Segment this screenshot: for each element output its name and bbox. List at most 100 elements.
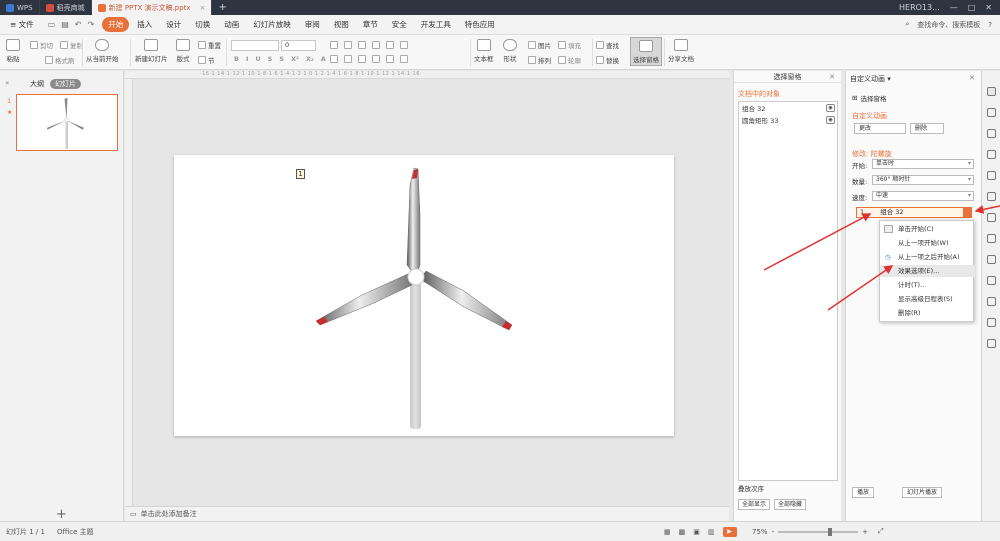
textbox-button[interactable]: 文本框 [474,39,494,63]
from-current-button[interactable]: 从当前开始 [86,39,119,63]
delete-effect-button[interactable]: 删除 [910,123,944,134]
command-search[interactable]: 查找命令、搜索模板 [917,20,980,30]
document-tool-icon[interactable] [987,171,996,180]
picture-button[interactable]: 图片 [528,40,551,50]
reset-button[interactable]: 重置 [198,40,221,50]
menu-features[interactable]: 特色应用 [459,17,501,32]
align-left-icon[interactable] [330,55,338,63]
help-button[interactable]: ? [988,21,992,29]
list-item[interactable]: 圆角矩形 33 ◉ [739,114,837,126]
new-tab-button[interactable]: + [212,0,232,15]
selection-pane-close-icon[interactable]: ✕ [829,73,835,81]
new-slide-button[interactable]: 新建幻灯片 [135,39,168,63]
redo-icon[interactable]: ↷ [88,20,95,29]
columns-icon[interactable] [400,55,408,63]
menu-design[interactable]: 设计 [160,17,187,32]
windmill-image[interactable] [174,155,674,436]
tab-slides[interactable]: 幻灯片 [50,79,81,89]
zoom-in-button[interactable]: + [862,528,868,536]
align-right-icon[interactable] [358,55,366,63]
distribute-icon[interactable] [386,55,394,63]
custom-animation-tool-icon[interactable] [987,87,996,96]
format-painter-button[interactable]: 格式刷 [45,55,75,65]
animation-pane-title[interactable]: 自定义动画 ▾ [850,74,891,84]
select-pane-link[interactable]: ⊞ 选择窗格 [852,93,886,103]
text-direction-icon[interactable] [400,41,408,49]
copy-button[interactable]: 复制 [60,40,83,50]
notes-view-icon[interactable]: ▥ [708,528,715,536]
item-dropdown-icon[interactable] [963,207,972,218]
maximize-button[interactable]: □ [968,3,976,12]
menu-item-on-click[interactable]: 单击开始(C) [880,223,975,235]
table-tool-icon[interactable] [987,213,996,222]
eye-icon[interactable]: ◉ [826,116,835,124]
font-size-combo[interactable]: 0 [281,40,316,51]
menu-item-remove[interactable]: 删除(R) [880,307,975,319]
menu-item-advanced-timeline[interactable]: 显示高级日程表(S) [880,293,975,305]
copy-tool-icon[interactable] [987,108,996,117]
speed-select[interactable]: 中速 [872,191,974,201]
list-item[interactable]: 组合 32 ◉ [739,102,837,114]
slide-thumbnail[interactable] [16,94,118,151]
collapse-panel-icon[interactable]: « [5,79,9,87]
section-button[interactable]: 节 [198,55,215,65]
menu-section[interactable]: 章节 [357,17,384,32]
arrange-button[interactable]: 排列 [528,55,551,65]
notes-bar[interactable]: ▭ 单击此处添加备注 [125,506,729,521]
menu-transition[interactable]: 切换 [189,17,216,32]
more-tool-icon[interactable] [987,339,996,348]
tab-close-icon[interactable]: × [200,4,206,12]
zoom-level[interactable]: 75% [752,528,768,536]
paste-button[interactable]: 粘贴 [6,39,20,63]
menu-item-with-previous[interactable]: 从上一项开始(W) [880,237,975,249]
bullets-icon[interactable] [330,41,338,49]
replace-button[interactable]: 替换 [596,55,619,65]
tab-outline[interactable]: 大纲 [30,79,44,89]
cut-button[interactable]: 剪切 [30,40,53,50]
outline-button[interactable]: 轮廓 [558,55,581,65]
slideshow-play-button[interactable]: ▶ [722,526,737,537]
tab-wps[interactable]: WPS [0,0,40,15]
justify-icon[interactable] [372,55,380,63]
underline-icon[interactable]: U [255,55,260,63]
image-tool-icon[interactable] [987,255,996,264]
print-icon[interactable]: ▤ [61,20,69,29]
tab-docer-store[interactable]: 稻壳商城 [40,0,92,15]
font-color-icon[interactable]: A [321,55,326,63]
show-all-button[interactable]: 全部显示 [738,499,771,510]
fill-button[interactable]: 填充 [558,40,581,50]
menu-slideshow[interactable]: 幻灯片放映 [247,17,297,32]
user-name[interactable]: HERO13... [899,3,940,12]
animation-list-item[interactable]: 1 组合 32 [856,207,972,218]
close-button[interactable]: ✕ [985,3,992,12]
line-spacing-icon[interactable] [386,41,394,49]
share-button[interactable]: 分享文档 [668,39,694,63]
menu-review[interactable]: 审阅 [299,17,326,32]
find-button[interactable]: 查找 [596,40,619,50]
hide-all-button[interactable]: 全部隐藏 [774,499,807,510]
slideshow-button[interactable]: 幻灯片播放 [902,487,943,498]
star-tool-icon[interactable] [987,192,996,201]
italic-icon[interactable]: I [246,55,248,63]
undo-icon[interactable]: ↶ [75,20,82,29]
menu-insert[interactable]: 插入 [131,17,158,32]
tab-document[interactable]: 新建 PPTX 演示文稿.pptx × [91,0,213,15]
backup-tool-icon[interactable] [987,318,996,327]
zoom-slider-knob[interactable] [828,527,833,536]
menu-security[interactable]: 安全 [386,17,413,32]
strikethrough-icon[interactable]: S [268,55,273,63]
eye-icon[interactable]: ◉ [826,104,835,112]
numbering-icon[interactable] [344,41,352,49]
amount-select[interactable]: 360° 顺时针 [872,175,974,185]
menu-animation[interactable]: 动画 [218,17,245,32]
align-center-icon[interactable] [344,55,352,63]
menu-developer[interactable]: 开发工具 [415,17,457,32]
superscript-icon[interactable]: X² [291,55,299,63]
normal-view-icon[interactable]: ▦ [664,528,671,536]
outdent-icon[interactable] [372,41,380,49]
menu-home[interactable]: 开始 [102,17,130,32]
shadow-icon[interactable]: S [279,55,284,63]
settings-sliders-icon[interactable] [987,150,996,159]
menu-item-after-previous[interactable]: ◷ 从上一项之后开始(A) [880,251,975,263]
export-tool-icon[interactable] [987,276,996,285]
